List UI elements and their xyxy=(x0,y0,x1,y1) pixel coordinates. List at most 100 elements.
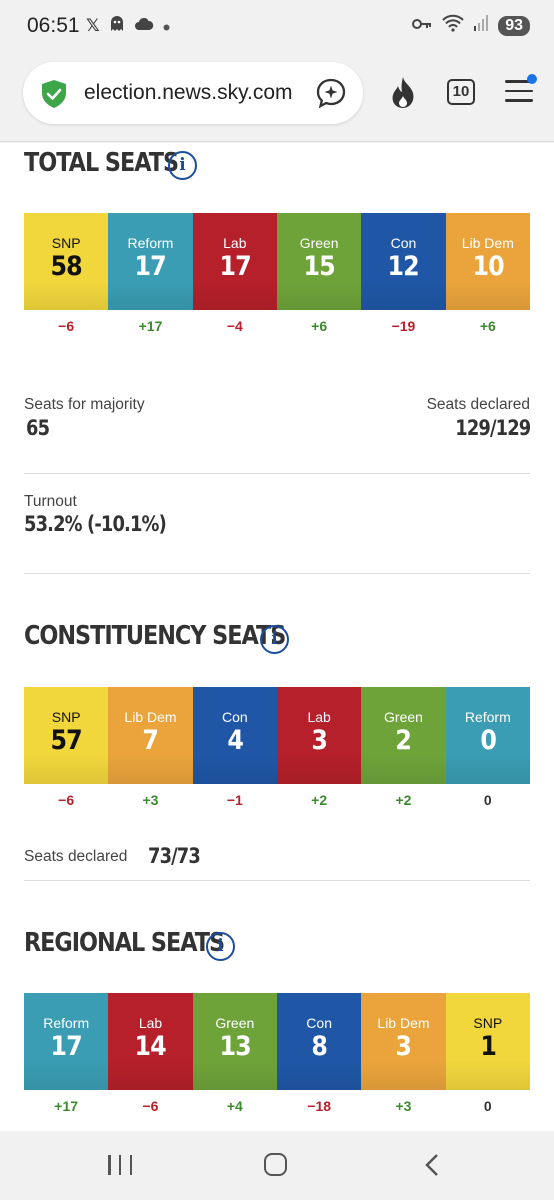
turnout-label: Turnout xyxy=(24,493,77,510)
ghost-icon xyxy=(109,15,125,37)
party-box: Con 4 xyxy=(192,687,277,784)
party-box: Con 8 xyxy=(276,993,362,1090)
total-declared-value: 129/129 xyxy=(454,416,531,440)
party-seat-count: 0 xyxy=(479,725,497,756)
party-seat-count: 13 xyxy=(219,1031,251,1062)
party-name: Lib Dem xyxy=(124,709,177,725)
constituency-declared-value: 73/73 xyxy=(148,844,201,868)
party-seat-count: 2 xyxy=(395,725,413,756)
party-seat-count: 3 xyxy=(395,1031,413,1062)
status-notification-icons: 𝕏 xyxy=(86,15,170,37)
regional-seats-info-icon[interactable]: i xyxy=(206,932,235,961)
party-seat-count: 15 xyxy=(303,251,335,282)
seat-change: +6 xyxy=(311,318,328,334)
notification-dot xyxy=(527,74,537,84)
x-logo-icon: 𝕏 xyxy=(86,16,100,35)
wifi-icon xyxy=(442,14,464,37)
seat-change: +6 xyxy=(479,318,496,334)
home-icon[interactable] xyxy=(264,1153,287,1176)
total-seats-change-row: −6 +17 −4 +6 −19 +6 xyxy=(24,318,530,334)
party-box: Green 13 xyxy=(192,993,277,1090)
party-box: Lab 14 xyxy=(108,993,193,1090)
total-seats-title: TOTAL SEATS xyxy=(24,148,179,178)
seat-change: +17 xyxy=(138,318,163,334)
party-box: SNP 57 xyxy=(24,687,109,784)
seat-change: +4 xyxy=(226,1098,243,1114)
party-box: Reform 0 xyxy=(445,687,530,784)
party-box: Lib Dem 7 xyxy=(108,687,193,784)
seat-change: +17 xyxy=(54,1098,79,1114)
divider xyxy=(24,880,530,881)
total-seats-info-icon[interactable]: i xyxy=(168,151,197,180)
shield-check-icon[interactable] xyxy=(39,79,69,109)
party-box: Green 15 xyxy=(276,213,362,310)
party-name: Con xyxy=(221,709,248,725)
party-name: Lab xyxy=(138,1015,163,1031)
party-seat-count: 14 xyxy=(134,1031,167,1062)
party-name: Green xyxy=(299,235,339,251)
constituency-seats-party-row: SNP 57 Lib Dem 7 Con 4 Lab 3 Green 2 Reform 0 xyxy=(24,687,530,784)
status-time: 06:51 xyxy=(27,14,80,37)
party-box: Reform 17 xyxy=(24,993,109,1090)
seat-change: −4 xyxy=(226,318,243,334)
signal-icon xyxy=(474,15,489,36)
total-seats-party-row: SNP 58 Reform 17 Lab 17 Green 15 Con 12 Lib Dem 10 xyxy=(24,213,530,310)
seat-change: +3 xyxy=(395,1098,412,1114)
party-seat-count: 1 xyxy=(479,1031,497,1062)
party-seat-count: 12 xyxy=(387,251,420,282)
party-name: Lab xyxy=(307,709,331,725)
party-name: Green xyxy=(215,1015,255,1031)
browser-toolbar: election.news.sky.com 10 xyxy=(0,54,554,142)
system-nav-bar xyxy=(0,1131,554,1200)
party-seat-count: 58 xyxy=(50,251,83,282)
seat-change: 0 xyxy=(483,792,492,808)
party-name: Con xyxy=(306,1015,332,1031)
party-name: Reform xyxy=(464,709,511,725)
menu-icon[interactable] xyxy=(505,74,537,104)
seat-change: +3 xyxy=(142,792,159,808)
back-icon[interactable] xyxy=(423,1153,441,1177)
seat-change: −19 xyxy=(391,318,416,334)
party-box: SNP 1 xyxy=(445,993,530,1090)
majority-value: 65 xyxy=(26,416,50,440)
regional-seats-change-row: +17 −6 +4 −18 +3 0 xyxy=(24,1098,530,1114)
address-bar[interactable]: election.news.sky.com xyxy=(23,62,363,124)
seat-change: −18 xyxy=(307,1098,332,1114)
party-name: Reform xyxy=(127,235,174,251)
seat-change: +2 xyxy=(395,792,412,808)
party-seat-count: 10 xyxy=(472,251,504,282)
regional-seats-title: REGIONAL SEATS xyxy=(24,928,225,958)
party-box: Lab 17 xyxy=(192,213,277,310)
total-declared-label: Seats declared xyxy=(426,396,530,413)
divider xyxy=(24,473,530,474)
party-seat-count: 7 xyxy=(142,725,160,756)
tabs-icon[interactable]: 10 xyxy=(447,79,475,105)
party-box: Lib Dem 3 xyxy=(361,993,446,1090)
constituency-seats-change-row: −6 +3 −1 +2 +2 0 xyxy=(24,792,530,808)
party-seat-count: 57 xyxy=(50,725,83,756)
party-name: Lib Dem xyxy=(377,1015,430,1031)
party-name: SNP xyxy=(51,709,81,725)
dot-icon xyxy=(163,16,170,36)
seat-change: +2 xyxy=(311,792,328,808)
party-seat-count: 4 xyxy=(226,725,244,756)
regional-seats-party-row: Reform 17 Lab 14 Green 13 Con 8 Lib Dem 3 SNP 1 xyxy=(24,993,530,1090)
constituency-declared-label: Seats declared xyxy=(24,848,128,865)
ai-assistant-icon[interactable] xyxy=(315,77,347,109)
status-bar: 06:51 𝕏 93 xyxy=(0,0,554,54)
majority-label: Seats for majority xyxy=(24,396,145,413)
url-text[interactable]: election.news.sky.com xyxy=(84,81,293,105)
constituency-seats-info-icon[interactable]: i xyxy=(260,625,289,654)
turnout-value: 53.2% (-10.1%) xyxy=(24,512,167,536)
cloud-icon xyxy=(134,16,154,36)
recent-apps-icon[interactable] xyxy=(108,1155,132,1175)
results-content[interactable]: TOTAL SEATS i SNP 58 Reform 17 Lab 17 Green 15 C… xyxy=(0,143,554,1131)
party-seat-count: 8 xyxy=(311,1031,328,1062)
party-name: SNP xyxy=(473,1015,503,1031)
party-box: SNP 58 xyxy=(24,213,109,310)
divider xyxy=(24,573,530,574)
party-name: Lib Dem xyxy=(461,235,514,251)
party-seat-count: 17 xyxy=(134,251,167,282)
battery-icon: 93 xyxy=(498,15,530,36)
fire-icon[interactable] xyxy=(387,76,419,110)
